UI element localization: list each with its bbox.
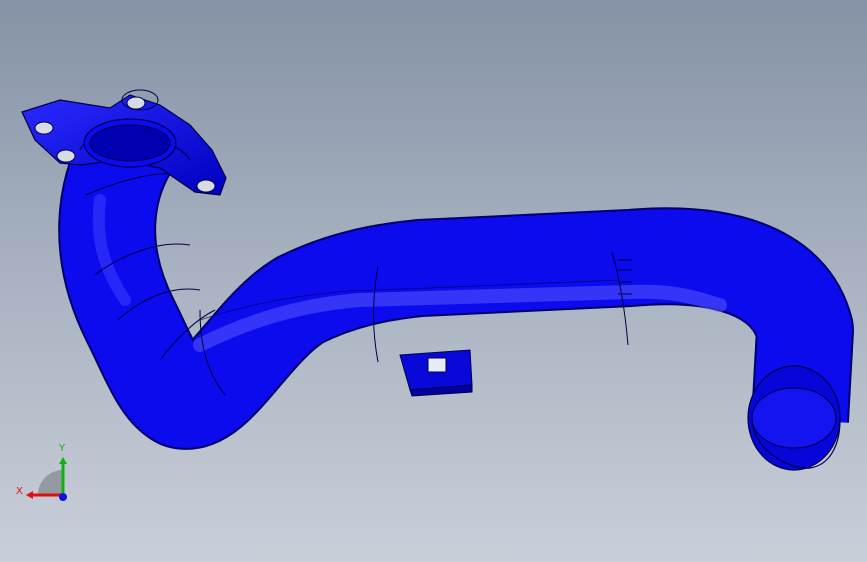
exhaust-pipe-model[interactable] xyxy=(0,0,867,562)
x-axis-label: X xyxy=(16,486,23,497)
bolt-hole xyxy=(56,149,76,163)
coordinate-triad: X Y xyxy=(10,440,80,510)
triad-plane-shade xyxy=(38,470,63,495)
triad-graphic xyxy=(26,457,67,501)
bolt-hole xyxy=(34,121,54,135)
mounting-bracket xyxy=(399,349,473,397)
y-axis-label: Y xyxy=(59,443,66,454)
outlet-inner xyxy=(751,387,837,449)
z-axis-dot xyxy=(59,493,67,501)
bolt-hole xyxy=(196,179,216,193)
x-axis-arrow xyxy=(26,491,33,499)
bolt-hole xyxy=(126,96,146,110)
y-axis-arrow xyxy=(59,457,67,464)
graphics-viewport[interactable]: X Y xyxy=(0,0,867,562)
